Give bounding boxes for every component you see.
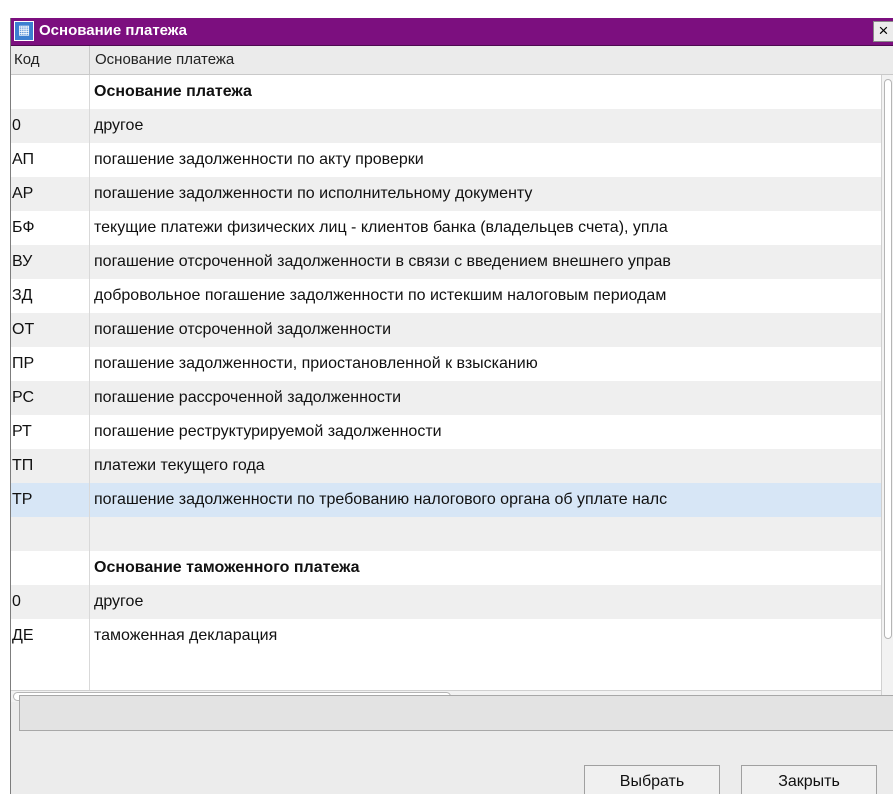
basis-cell: погашение отсроченной задолженности: [94, 321, 392, 338]
code-cell: ТР: [12, 491, 33, 508]
basis-cell: другое: [94, 593, 144, 610]
code-cell: 0: [12, 593, 21, 610]
section-header-row[interactable]: Основание платежа: [11, 75, 881, 109]
column-header-basis[interactable]: Основание платежа: [95, 46, 234, 74]
table-header: Код Основание платежа: [11, 46, 893, 75]
basis-cell: погашение задолженности, приостановленно…: [94, 355, 538, 372]
table-row[interactable]: ПР погашение задолженности, приостановлен…: [11, 347, 881, 381]
table-row[interactable]: 0 другое: [11, 109, 881, 143]
table-row[interactable]: ТР погашение задолженности по требованию …: [11, 483, 881, 517]
dialog-window: ▦ Основание платежа × Код Основание плат…: [10, 18, 893, 794]
basis-cell: добровольное погашение задолженности по …: [94, 287, 667, 304]
code-cell: АП: [12, 151, 34, 168]
close-icon[interactable]: ×: [873, 21, 893, 42]
app-calendar-icon: ▦: [14, 21, 34, 41]
basis-cell: Основание таможенного платежа: [94, 559, 360, 576]
table-row[interactable]: [11, 517, 881, 551]
payment-basis-table: Код Основание платежа Основание платежа 0…: [11, 46, 893, 702]
code-cell: ТП: [12, 457, 34, 474]
table-row[interactable]: АП погашение задолженности по акту провер…: [11, 143, 881, 177]
basis-cell: погашение задолженности по требованию на…: [94, 491, 668, 508]
table-row[interactable]: ТП платежи текущего года: [11, 449, 881, 483]
column-header-code[interactable]: Код: [14, 46, 40, 74]
code-cell: АР: [12, 185, 34, 202]
table-row[interactable]: ВУ погашение отсроченной задолженности в …: [11, 245, 881, 279]
title-bar[interactable]: ▦ Основание платежа ×: [11, 18, 893, 46]
table-body: Основание платежа 0 другое АП погашение задо…: [11, 75, 881, 653]
table-row[interactable]: РС погашение рассроченной задолженности: [11, 381, 881, 415]
section-header-row[interactable]: Основание таможенного платежа: [11, 551, 881, 585]
basis-cell: платежи текущего года: [94, 457, 265, 474]
code-cell: БФ: [12, 219, 35, 236]
code-cell: ДЕ: [12, 627, 34, 644]
vertical-scrollbar[interactable]: [881, 75, 893, 702]
vertical-scroll-thumb[interactable]: [884, 79, 892, 639]
status-field: [19, 695, 893, 731]
table-row[interactable]: РТ погашение реструктурируемой задолженно…: [11, 415, 881, 449]
basis-cell: другое: [94, 117, 144, 134]
code-cell: ЗД: [12, 287, 33, 304]
table-row[interactable]: ОТ погашение отсроченной задолженности: [11, 313, 881, 347]
column-gridline: [89, 75, 90, 695]
basis-cell: текущие платежи физических лиц - клиенто…: [94, 219, 668, 236]
column-divider[interactable]: [89, 46, 90, 74]
table-row[interactable]: 0 другое: [11, 585, 881, 619]
code-cell: 0: [12, 117, 21, 134]
code-cell: ВУ: [12, 253, 33, 270]
table-row[interactable]: ЗД добровольное погашение задолженности п…: [11, 279, 881, 313]
basis-cell: таможенная декларация: [94, 627, 278, 644]
basis-cell: погашение задолженности по акту проверки: [94, 151, 424, 168]
window-title: Основание платежа: [39, 22, 187, 39]
table-row[interactable]: БФ текущие платежи физических лиц - клиен…: [11, 211, 881, 245]
select-button[interactable]: Выбрать: [584, 765, 720, 794]
table-row[interactable]: ДЕ таможенная декларация: [11, 619, 881, 653]
basis-cell: Основание платежа: [94, 83, 252, 100]
basis-cell: погашение отсроченной задолженности в св…: [94, 253, 671, 270]
code-cell: РС: [12, 389, 35, 406]
code-cell: ПР: [12, 355, 35, 372]
basis-cell: погашение реструктурируемой задолженност…: [94, 423, 442, 440]
code-cell: ОТ: [12, 321, 35, 338]
basis-cell: погашение рассроченной задолженности: [94, 389, 402, 406]
close-button[interactable]: Закрыть: [741, 765, 877, 794]
code-cell: РТ: [12, 423, 32, 440]
table-row[interactable]: АР погашение задолженности по исполнитель…: [11, 177, 881, 211]
basis-cell: погашение задолженности по исполнительно…: [94, 185, 533, 202]
